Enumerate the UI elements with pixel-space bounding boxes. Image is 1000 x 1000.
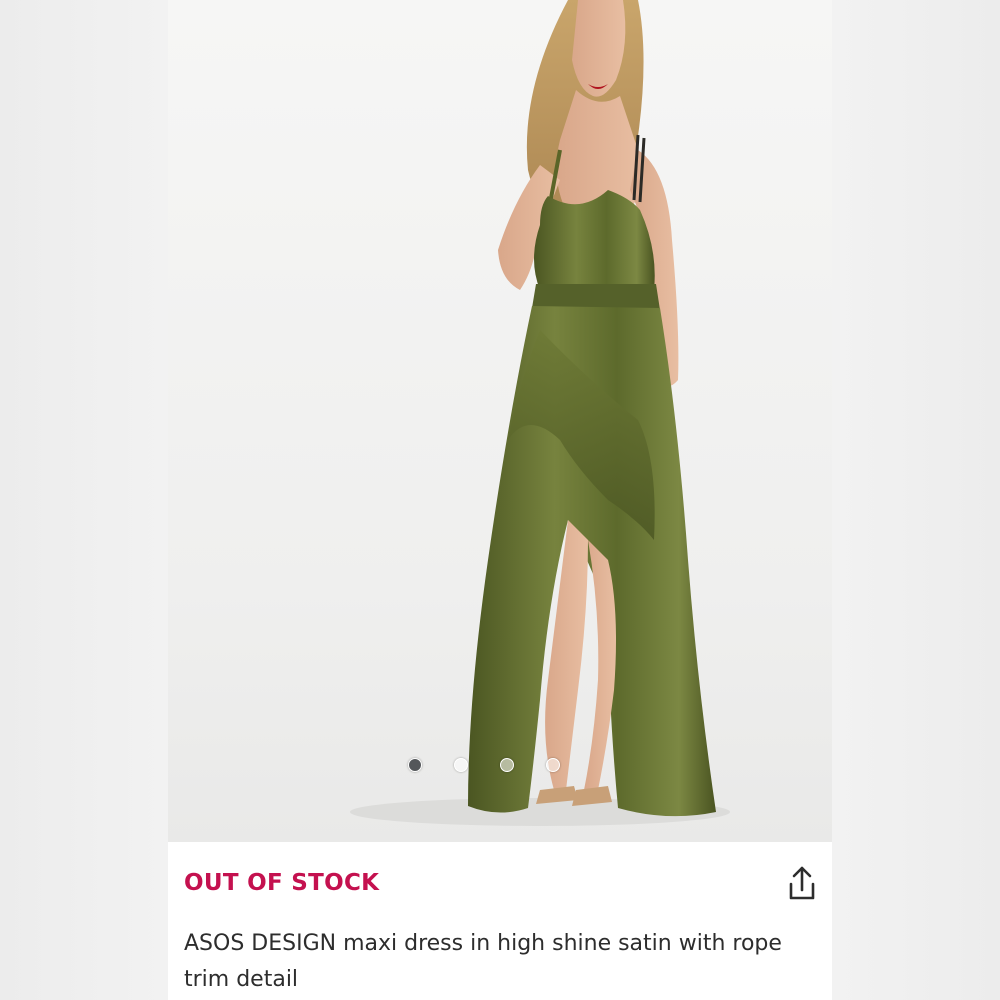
share-icon: [789, 866, 815, 900]
right-margin: [832, 0, 1000, 1000]
share-button[interactable]: [784, 864, 820, 904]
carousel-dot-3[interactable]: [500, 758, 514, 772]
left-margin: [0, 0, 168, 1000]
right-leg: [584, 540, 616, 790]
carousel-dot-2[interactable]: [454, 758, 468, 772]
product-card: OUT OF STOCK ASOS DESIGN maxi dress in h…: [168, 0, 832, 1000]
product-info: OUT OF STOCK ASOS DESIGN maxi dress in h…: [168, 842, 832, 1000]
model-illustration: [350, 0, 730, 826]
dress-waistband: [532, 284, 660, 310]
image-carousel-dots: [408, 758, 560, 772]
carousel-dot-1[interactable]: [408, 758, 422, 772]
screenshot-frame: OUT OF STOCK ASOS DESIGN maxi dress in h…: [0, 0, 1000, 1000]
stock-status: OUT OF STOCK: [184, 870, 380, 896]
carousel-dot-4[interactable]: [546, 758, 560, 772]
product-image[interactable]: [168, 0, 832, 842]
product-title: ASOS DESIGN maxi dress in high shine sat…: [184, 931, 782, 992]
